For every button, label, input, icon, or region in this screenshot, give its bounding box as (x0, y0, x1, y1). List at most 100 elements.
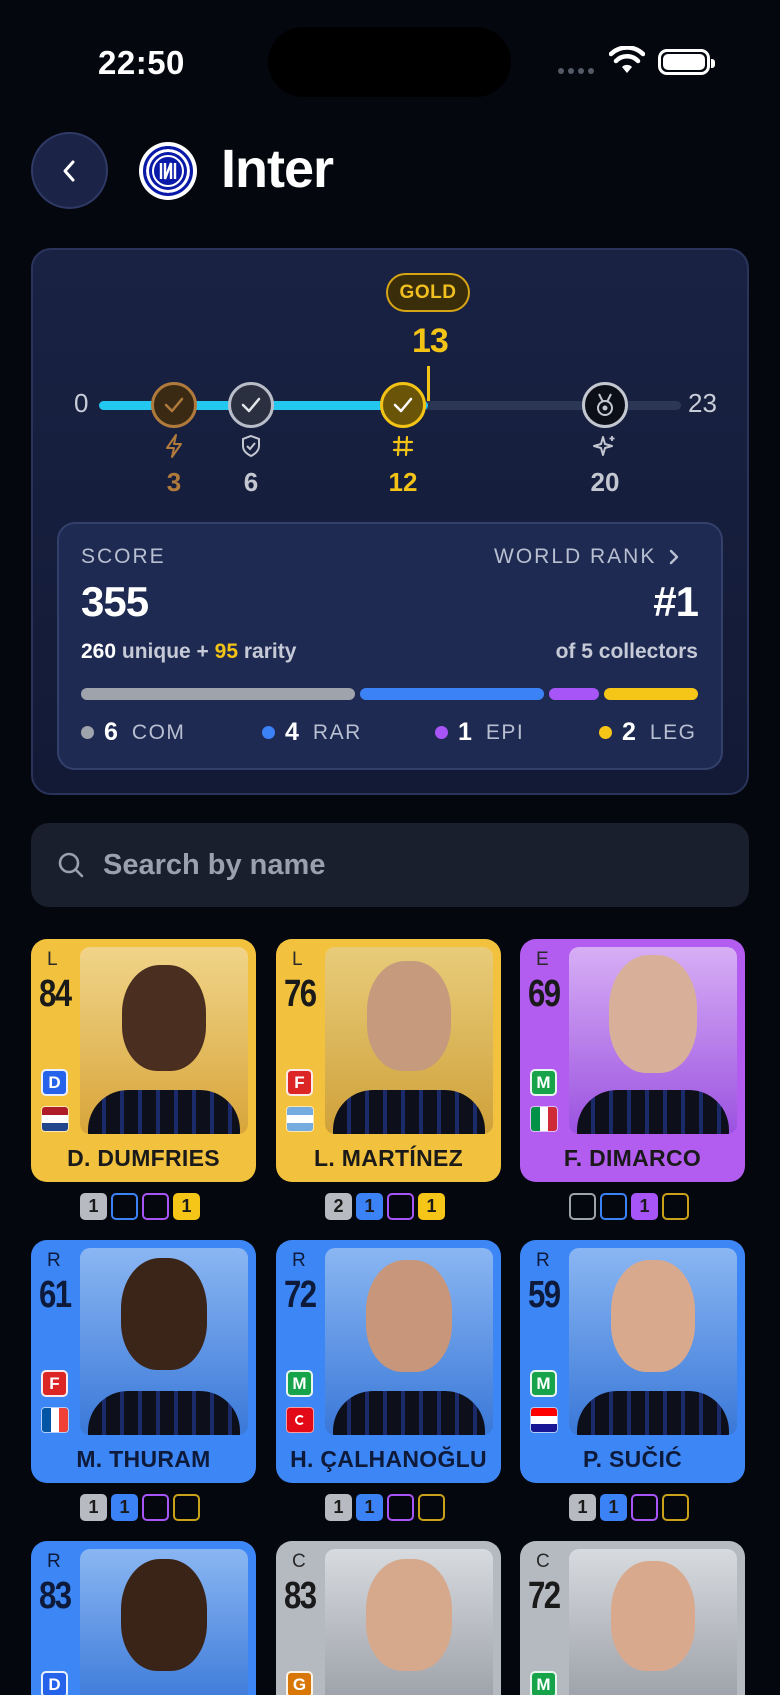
world-rank-label: WORLD RANK (494, 545, 657, 568)
player-card-dumfries[interactable]: L 84 D D. DUMFRIES (31, 939, 256, 1182)
position-badge: F (286, 1069, 313, 1096)
count-legendary: 1 (173, 1193, 200, 1220)
search-bar[interactable] (31, 823, 749, 907)
legend-epic: 1 EPI (435, 718, 524, 747)
player-photo (325, 947, 493, 1134)
overall-rating: 84 (39, 973, 72, 1015)
rarity-letter: L (292, 949, 303, 970)
player-photo (325, 1549, 493, 1695)
legend-count: 2 (622, 718, 636, 746)
count-common: 1 (569, 1494, 596, 1521)
rarity-letter: R (292, 1250, 306, 1271)
rarity-letter: R (536, 1250, 550, 1271)
sparkle-icon (591, 432, 619, 460)
nationality-flag (41, 1407, 69, 1433)
legend-legendary: 2 LEG (599, 718, 696, 747)
player-photo (80, 947, 248, 1134)
count-legendary: 1 (418, 1193, 445, 1220)
legend-common: 6 COM (81, 718, 185, 747)
count-legendary (173, 1494, 200, 1521)
position-badge: F (41, 1370, 68, 1397)
milestone-6-marker[interactable] (228, 382, 274, 428)
overall-rating: 72 (284, 1274, 317, 1316)
current-count: 13 (412, 322, 449, 360)
position-badge: D (41, 1069, 68, 1096)
dynamic-island (268, 27, 511, 97)
player-photo (569, 1248, 737, 1435)
count-legendary (662, 1494, 689, 1521)
back-button[interactable] (31, 132, 108, 209)
chevron-left-icon (63, 160, 74, 181)
legend-dot (262, 726, 275, 739)
nationality-flag (41, 1106, 69, 1132)
player-name: L. MARTÍNEZ (314, 1145, 463, 1171)
player-photo (325, 1248, 493, 1435)
tier-badge: GOLD (386, 273, 470, 312)
milestone-6-label: 6 (243, 467, 259, 497)
position-badge: M (530, 1370, 557, 1397)
world-rank-link[interactable]: WORLD RANK (494, 545, 680, 569)
medal-icon (597, 393, 613, 416)
world-rank-value: #1 (653, 578, 699, 625)
player-card-martinez[interactable]: L 76 F L. MARTÍNEZ (276, 939, 501, 1182)
player-card-sucic[interactable]: R 59 M P. SUČIĆ (520, 1240, 745, 1483)
milestone-20-marker[interactable] (582, 382, 628, 428)
rarity-letter: L (47, 949, 58, 970)
position-badge: D (41, 1671, 68, 1695)
overall-rating: 69 (528, 973, 561, 1015)
player-name: D. DUMFRIES (67, 1145, 220, 1171)
milestone-12-marker[interactable] (380, 382, 426, 428)
milestone-12-label: 12 (388, 467, 418, 497)
legend-dot (81, 726, 94, 739)
milestone-3-label: 3 (166, 467, 182, 497)
player-photo (80, 1248, 248, 1435)
legend-abbr: LEG (649, 720, 697, 744)
player-name: H. ÇALHANOĞLU (290, 1446, 487, 1472)
search-input[interactable] (103, 848, 663, 882)
count-rare (600, 1193, 627, 1220)
position-badge: G (286, 1671, 313, 1695)
copy-counts: 1 1 (325, 1494, 445, 1521)
overall-rating: 61 (39, 1274, 72, 1316)
copy-counts: 1 1 (80, 1193, 200, 1220)
milestone-20-label: 20 (590, 467, 620, 497)
count-common (569, 1193, 596, 1220)
count-common: 1 (325, 1494, 352, 1521)
player-card-row3-1[interactable]: R 83 D (31, 1541, 256, 1695)
overall-rating: 83 (284, 1575, 317, 1617)
unique-count: 260 (81, 640, 117, 663)
player-card-row3-2[interactable]: C 83 G (276, 1541, 501, 1695)
lightning-icon (160, 432, 188, 460)
score-label: SCORE (81, 545, 166, 568)
rarity-letter: R (47, 1250, 61, 1271)
milestone-3-marker[interactable] (151, 382, 197, 428)
unique-text: unique + (121, 640, 209, 663)
player-card-row3-3[interactable]: C 72 M (520, 1541, 745, 1695)
player-card-thuram[interactable]: R 61 F M. THURAM (31, 1240, 256, 1483)
player-photo (80, 1549, 248, 1695)
overall-rating: 59 (528, 1274, 561, 1316)
count-epic: 1 (631, 1193, 658, 1220)
player-card-dimarco[interactable]: E 69 M F. DIMARCO (520, 939, 745, 1182)
player-photo (569, 1549, 737, 1695)
count-rare: 1 (356, 1494, 383, 1521)
battery-icon (658, 49, 715, 75)
current-marker (427, 366, 430, 402)
check-icon (164, 397, 184, 413)
count-common: 2 (325, 1193, 352, 1220)
copy-counts: 1 1 (80, 1494, 200, 1521)
rarity-letter: R (47, 1551, 61, 1572)
copy-counts: 2 1 1 (325, 1193, 445, 1220)
player-photo (569, 947, 737, 1134)
rank-subtitle: of 5 collectors (555, 640, 698, 663)
player-card-calhanoglu[interactable]: R 72 M H. ÇALHANOĞLU (276, 1240, 501, 1483)
count-epic (387, 1494, 414, 1521)
cellular-signal-icon (558, 68, 594, 74)
nationality-flag (530, 1407, 558, 1433)
count-epic (387, 1193, 414, 1220)
check-icon (241, 397, 261, 413)
club-crest-logo (139, 142, 197, 200)
overall-rating: 72 (528, 1575, 561, 1617)
legend-dot (599, 726, 612, 739)
position-badge: M (286, 1370, 313, 1397)
